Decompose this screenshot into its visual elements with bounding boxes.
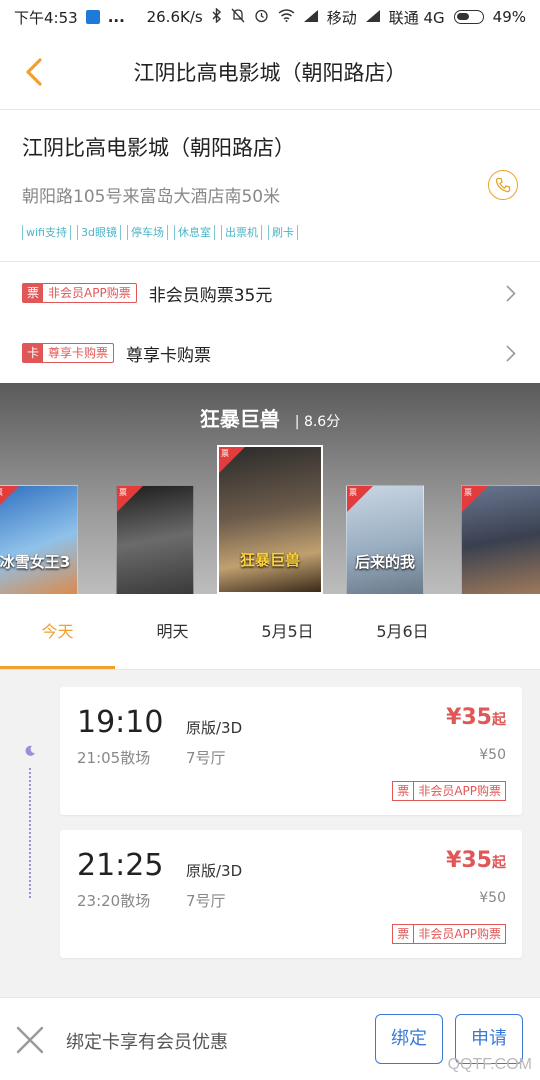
- mute-icon: [231, 8, 245, 27]
- showtime-list: 19:10 21:05散场 原版/3D 7号厅 ¥35起 ¥50 票 非会员AP…: [0, 670, 540, 997]
- nonmember-badge: 票 非会员APP购票: [22, 283, 137, 303]
- ticket-option-label: 非会员购票35元: [148, 285, 273, 306]
- tab-tomorrow[interactable]: 明天: [115, 594, 230, 669]
- selected-movie: 狂暴巨兽 | 8.6分: [0, 403, 540, 432]
- ticket-badge-icon: 卡: [23, 344, 44, 362]
- movie-carousel[interactable]: 狂暴巨兽 | 8.6分 票 冰雪女王3 票 票 狂暴巨兽 票 后来的我 票: [0, 383, 540, 594]
- price-suffix: 起: [492, 855, 506, 871]
- watermark: QQTF.COM: [447, 1056, 532, 1073]
- poster-title: 冰雪女王3: [0, 553, 71, 571]
- show-version: 原版/3D: [186, 862, 243, 880]
- tab-may-6[interactable]: 5月6日: [345, 594, 460, 669]
- signal-icon-2: [365, 8, 380, 26]
- moon-icon: [24, 742, 36, 756]
- page-title: 江阴比高电影城（朝阳路店）: [133, 60, 407, 85]
- carrier-1: 移动: [326, 8, 357, 27]
- bind-card-button[interactable]: 绑定: [375, 1014, 443, 1064]
- phone-icon: [495, 177, 511, 193]
- show-version: 原版/3D: [186, 719, 243, 737]
- facility-tag: 3d眼镜: [76, 225, 121, 240]
- facility-tag: 刷卡: [267, 225, 298, 240]
- network-speed: 26.6K/s: [146, 8, 203, 26]
- ticket-badge-icon: 票: [397, 927, 410, 941]
- facility-tags: wifi支持 3d眼镜 停车场 休息室 出票机 刷卡: [22, 225, 518, 240]
- status-time: 下午4:53: [14, 8, 78, 27]
- close-button[interactable]: [16, 1026, 44, 1058]
- chevron-right-icon: [506, 345, 516, 366]
- movie-title: 狂暴巨兽: [199, 407, 280, 431]
- show-hall: 7号厅: [186, 749, 226, 767]
- ticket-badge-text: 非会员APP购票: [413, 782, 505, 800]
- movie-score: | 8.6分: [294, 414, 341, 430]
- back-button[interactable]: [20, 56, 50, 88]
- bluetooth-icon: [212, 6, 222, 27]
- poster-title: 后来的我: [354, 553, 415, 571]
- signal-icon: [303, 8, 318, 26]
- show-ticket-badge: 票 非会员APP购票: [392, 781, 506, 801]
- ticket-option-vipcard[interactable]: 卡 尊享卡购票 尊享卡购票: [0, 323, 540, 383]
- battery-icon: [453, 10, 484, 24]
- chevron-right-icon: [506, 285, 516, 306]
- ticket-option-nonmember[interactable]: 票 非会员APP购票 非会员购票35元: [0, 263, 540, 323]
- show-end-time: 23:20散场: [77, 892, 151, 910]
- status-dots: ...: [107, 8, 125, 26]
- ticket-badge-text: 非会员APP购票: [48, 286, 131, 300]
- show-original-price: ¥50: [479, 890, 506, 906]
- cinema-name: 江阴比高电影城（朝阳路店）: [22, 136, 295, 160]
- ticket-badge-text: 非会员APP购票: [413, 925, 505, 943]
- movie-poster[interactable]: 票 后来的我: [346, 485, 424, 594]
- price-value: ¥35: [446, 848, 492, 873]
- movie-poster[interactable]: 票 冰雪女王3: [0, 485, 78, 594]
- date-tabs: 今天 明天 5月5日 5月6日: [0, 594, 540, 670]
- tab-may-5[interactable]: 5月5日: [230, 594, 345, 669]
- close-icon: [16, 1026, 44, 1054]
- show-start-time: 21:25: [77, 848, 164, 883]
- show-price: ¥35起: [446, 848, 506, 873]
- show-hall: 7号厅: [186, 892, 226, 910]
- ticket-option-label: 尊享卡购票: [126, 345, 212, 366]
- showtime-card[interactable]: 19:10 21:05散场 原版/3D 7号厅 ¥35起 ¥50 票 非会员AP…: [60, 687, 522, 815]
- price-value: ¥35: [446, 705, 492, 730]
- facility-tag: 休息室: [173, 225, 215, 240]
- price-suffix: 起: [492, 712, 506, 728]
- facility-tag: 出票机: [220, 225, 262, 240]
- battery-percent: 49%: [492, 8, 526, 26]
- movie-poster[interactable]: 票: [116, 485, 194, 594]
- movie-poster-selected[interactable]: 票 狂暴巨兽: [217, 445, 323, 594]
- status-bar: 下午4:53 ... 26.6K/s 移动 联通 4G 49%: [0, 0, 540, 34]
- alarm-icon: [254, 8, 269, 27]
- show-start-time: 19:10: [77, 705, 164, 740]
- vipcard-badge: 卡 尊享卡购票: [22, 343, 115, 363]
- show-price: ¥35起: [446, 705, 506, 730]
- night-timeline: [29, 768, 31, 898]
- showtime-card[interactable]: 21:25 23:20散场 原版/3D 7号厅 ¥35起 ¥50 票 非会员AP…: [60, 830, 522, 958]
- show-original-price: ¥50: [479, 747, 506, 763]
- carrier-2: 联通 4G: [388, 8, 445, 27]
- cinema-info: 江阴比高电影城（朝阳路店） 朝阳路105号来富岛大酒店南50米 wifi支持 3…: [0, 110, 540, 262]
- ticket-badge-icon: 票: [23, 284, 44, 302]
- member-card-promo: 绑定卡享有会员优惠: [66, 1032, 228, 1053]
- app-notification-icon: [85, 10, 100, 24]
- show-ticket-badge: 票 非会员APP购票: [392, 924, 506, 944]
- cinema-address: 朝阳路105号来富岛大酒店南50米: [22, 187, 281, 207]
- show-end-time: 21:05散场: [77, 749, 151, 767]
- phone-button[interactable]: [488, 170, 518, 200]
- tab-today[interactable]: 今天: [0, 594, 115, 669]
- movie-score-value: 8.6分: [303, 414, 341, 430]
- page-header: 江阴比高电影城（朝阳路店）: [0, 34, 540, 110]
- wifi-icon: [278, 8, 295, 26]
- facility-tag: wifi支持: [22, 225, 71, 240]
- ticket-badge-icon: 票: [397, 784, 410, 798]
- ticket-badge-text: 尊享卡购票: [48, 346, 109, 360]
- movie-poster[interactable]: 票: [461, 485, 540, 594]
- poster-title: 狂暴巨兽: [239, 551, 300, 569]
- facility-tag: 停车场: [126, 225, 168, 240]
